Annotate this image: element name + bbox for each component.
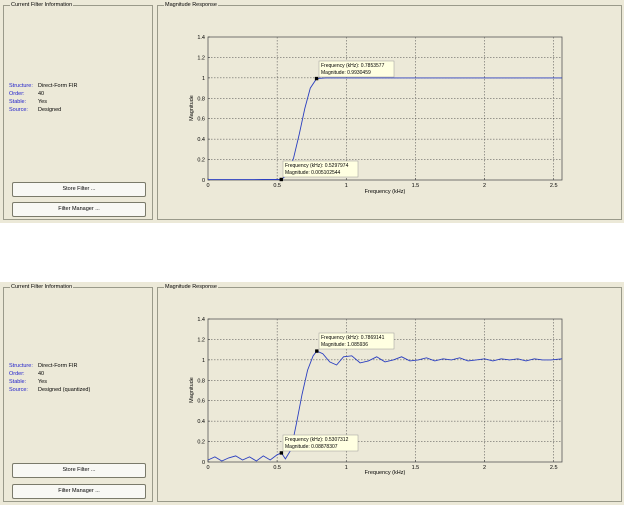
datatip-marker [314, 76, 319, 81]
info-value: Direct-Form FIR [38, 83, 78, 89]
info-key: Order: [9, 371, 25, 377]
y-tick-label: 1.4 [197, 35, 205, 41]
info-row-structure: Structure: Direct-Form FIR [9, 82, 77, 90]
info-key: Structure: [9, 83, 33, 89]
datatip-high[interactable]: Frequency (kHz): 0.7869141 Magnitude: 1.… [318, 332, 395, 350]
datatip-line: Magnitude: 0.9930459 [321, 70, 371, 76]
x-tick-label: 0.5 [273, 465, 281, 471]
datatip-line: Frequency (kHz): 0.7853577 [321, 63, 385, 69]
magnitude-chart: 0 0.5 1 1.5 2 2.5 0 0.2 0.4 0.6 0.8 1 1.2 1.4 Frequen… [189, 35, 563, 195]
x-tick-label: 2.5 [550, 465, 558, 471]
info-key: Order: [9, 91, 25, 97]
x-tick-label: 0 [206, 465, 209, 471]
datatip-high[interactable]: Frequency (kHz): 0.7853577 Magnitude: 0.… [318, 60, 395, 78]
info-value: Designed (quantized) [38, 387, 91, 393]
current-filter-info-group: Current Filter Information Structure: Dir… [3, 1, 153, 220]
info-value: 40 [38, 91, 45, 97]
magnitude-response-group: Magnitude Response 0 0.5 1 1.5 2 2.5 0 0.2 0.4 0.… [157, 283, 622, 502]
datatip-line: Frequency (kHz): 0.5307312 [285, 437, 349, 443]
store-filter-button[interactable]: Store Filter ... [12, 182, 146, 197]
chart-ticks: 0 0.5 1 1.5 2 2.5 0 0.2 0.4 0.6 0.8 1 1.2 1.4 [197, 35, 557, 189]
plot-area-frame [207, 36, 563, 181]
datatip-low[interactable]: Frequency (kHz): 0.5307312 Magnitude: 0.… [282, 434, 359, 452]
info-row-stable: Stable: Yes [9, 378, 47, 386]
datatip-line: Magnitude: 1.085936 [321, 342, 368, 348]
y-tick-label: 1.2 [197, 337, 205, 343]
y-tick-label: 0 [202, 178, 205, 184]
chart-grid [208, 37, 562, 180]
info-value: Direct-Form FIR [38, 363, 78, 369]
x-tick-label: 2 [483, 465, 486, 471]
info-row-structure: Structure: Direct-Form FIR [9, 362, 77, 370]
y-tick-label: 0.4 [197, 419, 205, 425]
info-value: Designed [38, 107, 62, 113]
magnitude-series-line [207, 350, 563, 462]
info-row-source: Source: Designed [9, 106, 61, 114]
info-row-order: Order: 40 [9, 370, 44, 378]
y-tick-label: 0.2 [197, 158, 205, 164]
y-tick-label: 1 [202, 76, 205, 82]
current-filter-info-group: Current Filter Information Structure: Dir… [3, 283, 153, 502]
y-tick-label: 0.8 [197, 378, 205, 384]
x-tick-label: 0.5 [273, 183, 281, 189]
datatip-low[interactable]: Frequency (kHz): 0.5297974 Magnitude: 0.… [282, 160, 359, 178]
datatip-marker [315, 349, 319, 353]
x-tick-label: 2.5 [550, 183, 558, 189]
magnitude-response-group: Magnitude Response 0 0.5 1 1.5 2 2.5 0 0.2 0.4 0.… [157, 1, 622, 220]
y-tick-label: 0.2 [197, 440, 205, 446]
x-axis-label: Frequency (kHz) [365, 470, 406, 476]
info-row-source: Source: Designed (quantized) [9, 386, 90, 394]
y-tick-label: 1 [202, 358, 205, 364]
y-tick-label: 1.4 [197, 317, 205, 323]
x-tick-label: 0 [206, 183, 209, 189]
info-key: Source: [9, 387, 28, 393]
x-tick-label: 1 [345, 465, 348, 471]
info-key: Source: [9, 107, 28, 113]
datatip-line: Frequency (kHz): 0.5297974 [285, 163, 349, 169]
y-tick-label: 0.6 [197, 117, 205, 123]
info-row-order: Order: 40 [9, 90, 44, 98]
info-value: Yes [38, 99, 47, 105]
datatip-line: Frequency (kHz): 0.7869141 [321, 335, 385, 341]
y-tick-label: 0.8 [197, 96, 205, 102]
filter-designer-panel-1: Current Filter Information Structure: Dir… [0, 0, 624, 223]
store-filter-button[interactable]: Store Filter ... [12, 463, 146, 478]
info-key: Stable: [9, 379, 27, 385]
y-tick-label: 0.4 [197, 137, 205, 143]
y-tick-label: 1.2 [197, 55, 205, 61]
info-row-stable: Stable: Yes [9, 98, 47, 106]
datatip-marker [279, 451, 284, 455]
filter-manager-button[interactable]: Filter Manager ... [12, 202, 146, 217]
datatip-marker [279, 177, 283, 182]
x-tick-label: 2 [483, 183, 486, 189]
info-key: Structure: [9, 363, 33, 369]
info-value: Yes [38, 379, 47, 385]
magnitude-series-line [208, 77, 562, 181]
y-tick-label: 0.6 [197, 399, 205, 405]
x-axis-label: Frequency (kHz) [365, 189, 406, 195]
info-key: Stable: [9, 99, 27, 105]
y-tick-label: 0 [202, 460, 205, 466]
x-tick-label: 1.5 [412, 465, 420, 471]
y-axis-label: Magnitude [189, 377, 195, 403]
datatip-line: Magnitude: 0.005102544 [285, 170, 341, 176]
y-axis-label: Magnitude [189, 95, 195, 121]
filter-designer-panel-2: Current Filter Information Structure: Dir… [0, 282, 624, 505]
datatip-line: Magnitude: 0.08878307 [285, 444, 338, 450]
filter-manager-button[interactable]: Filter Manager ... [12, 484, 146, 499]
group-title: Current Filter Information [10, 283, 74, 291]
info-value: 40 [38, 371, 45, 377]
group-title: Current Filter Information [10, 1, 74, 9]
x-tick-label: 1.5 [412, 183, 420, 189]
magnitude-chart: 0 0.5 1 1.5 2 2.5 0 0.2 0.4 0.6 0.8 1 1.2 1.4 Frequen… [189, 317, 563, 476]
x-tick-label: 1 [345, 183, 348, 189]
